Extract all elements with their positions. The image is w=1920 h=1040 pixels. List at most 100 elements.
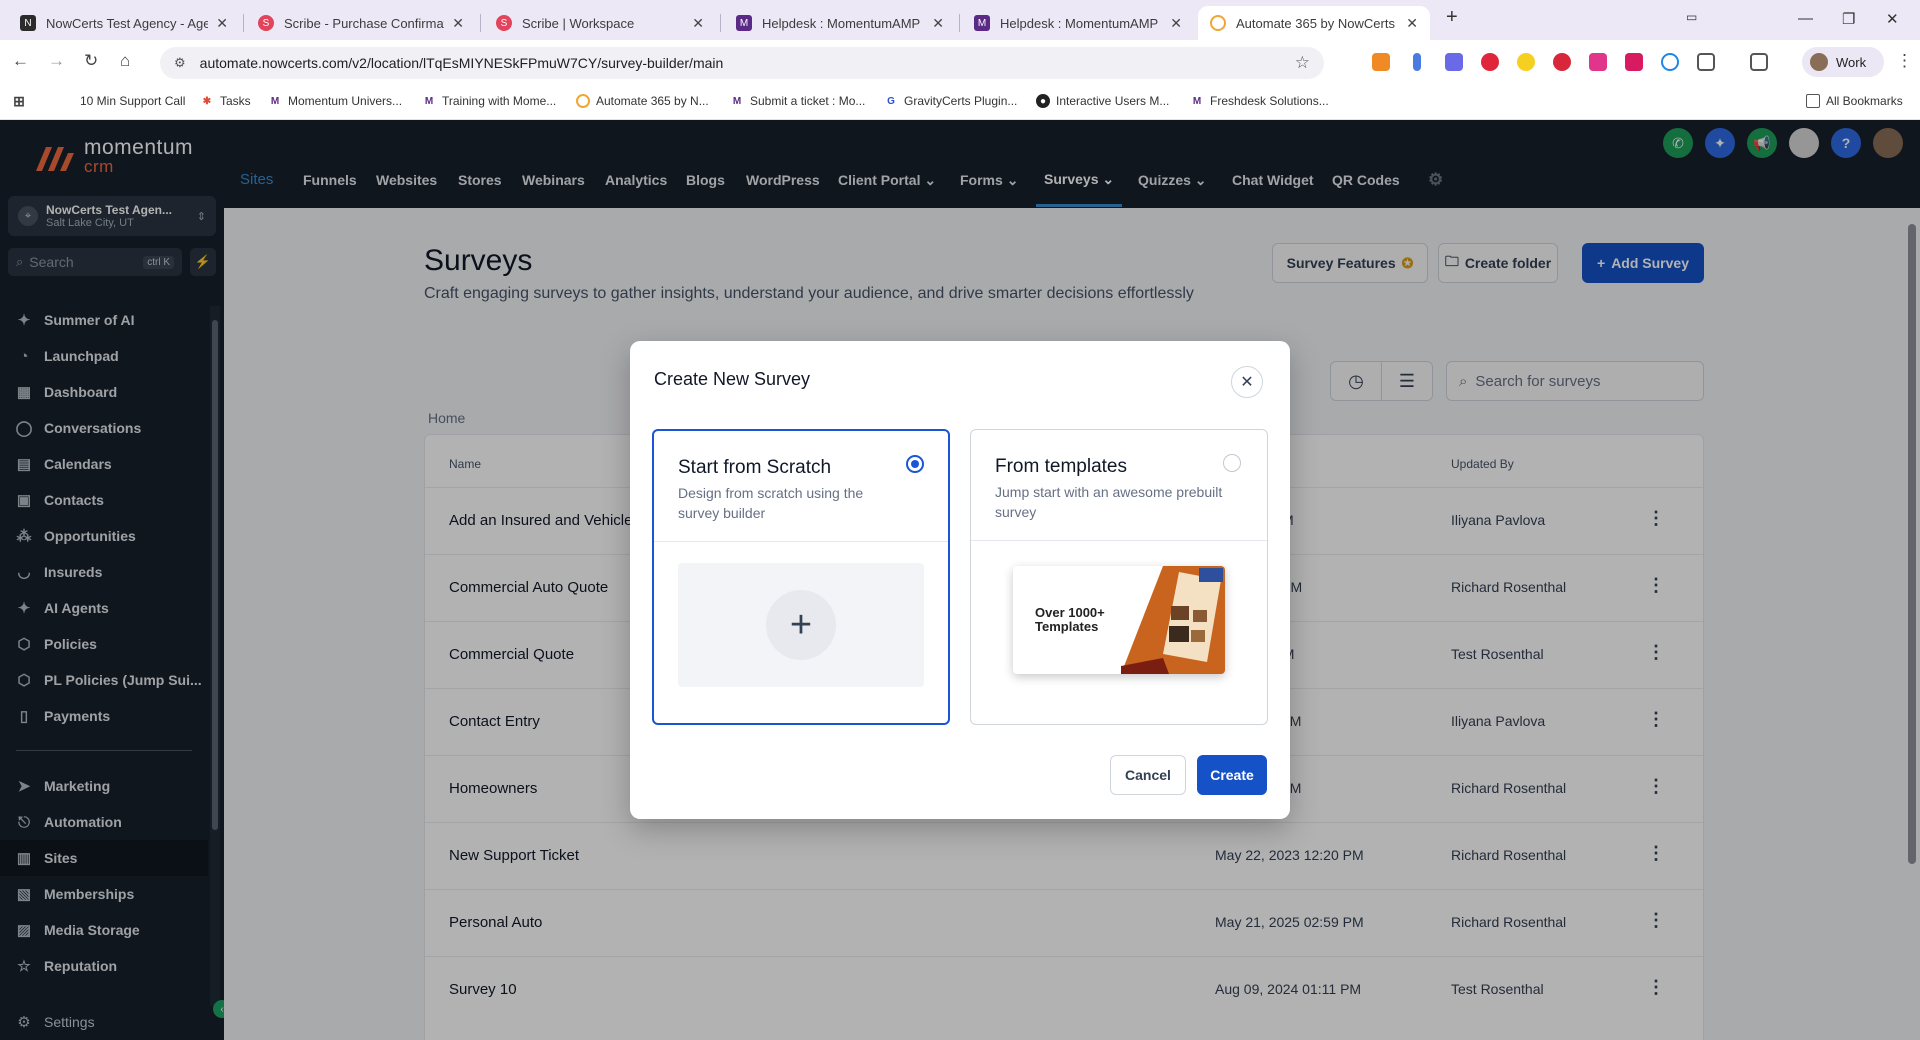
reload-icon[interactable]: ↻ [84, 51, 98, 71]
scribe-icon: S [496, 15, 512, 31]
tab-title: Automate 365 by NowCerts [1236, 15, 1395, 31]
site-info-icon[interactable]: ⚙ [174, 55, 186, 71]
bookmark-label: All Bookmarks [1826, 94, 1903, 108]
browser-tab-bar: N NowCerts Test Agency - Agency ✕ S Scri… [0, 0, 1920, 40]
bookmarks-bar: ⊞ 10 Min Support Call ✱ Tasks M Momentum U… [0, 86, 1920, 120]
extension-icon[interactable] [1445, 53, 1463, 71]
tab-divider [243, 14, 244, 32]
extension-icon[interactable] [1517, 53, 1535, 71]
new-tab-icon[interactable]: + [1446, 6, 1458, 29]
extensions-puzzle-icon[interactable] [1697, 53, 1715, 71]
option-divider [654, 541, 948, 542]
bookmark-item[interactable]: M Momentum Univers... [268, 94, 402, 108]
option-start-from-scratch[interactable]: Start from Scratch Design from scratch u… [652, 429, 950, 725]
close-icon[interactable]: ✕ [216, 15, 228, 32]
browser-tab[interactable]: M Helpdesk : MomentumAMP ✕ [962, 6, 1194, 40]
bookmark-item[interactable]: M Submit a ticket : Mo... [730, 94, 866, 108]
browser-tab[interactable]: S Scribe | Workspace ✕ [484, 6, 716, 40]
avatar [1810, 53, 1828, 71]
interactive-users-icon: ● [1036, 94, 1050, 108]
forward-icon[interactable]: → [48, 51, 65, 71]
create-survey-modal: Create New Survey ✕ Start from Scratch D… [630, 341, 1290, 819]
close-icon[interactable]: ✕ [452, 15, 464, 32]
bookmark-star-icon[interactable]: ☆ [1295, 53, 1310, 73]
bookmark-label: Freshdesk Solutions... [1210, 94, 1329, 108]
tab-search-icon[interactable]: ▭ [1686, 10, 1697, 24]
back-icon[interactable]: ← [12, 51, 29, 71]
bookmark-label: Tasks [220, 94, 251, 108]
extension-icon[interactable] [1661, 53, 1679, 71]
momentum-icon: M [424, 95, 434, 107]
apps-grid-icon[interactable]: ⊞ [12, 93, 32, 109]
option-description: Jump start with an awesome prebuilt surv… [995, 484, 1223, 520]
side-panel-icon[interactable] [1750, 53, 1768, 71]
bookmark-label: Training with Mome... [442, 94, 557, 108]
extension-icon[interactable] [1372, 53, 1390, 71]
close-icon[interactable]: ✕ [1406, 15, 1418, 32]
close-icon[interactable]: ✕ [1170, 15, 1182, 32]
tab-title: Scribe - Purchase Confirmation [284, 15, 444, 31]
tab-title: Scribe | Workspace [522, 15, 635, 31]
bookmark-item[interactable]: ● Interactive Users M... [1036, 94, 1169, 108]
tab-divider [480, 14, 481, 32]
url-field[interactable]: ⚙ automate.nowcerts.com/v2/location/lTqE… [160, 47, 1324, 79]
tab-title: Helpdesk : MomentumAMP [1000, 15, 1159, 31]
extension-icon[interactable] [1625, 53, 1643, 71]
home-icon[interactable]: ⌂ [120, 51, 130, 71]
close-icon[interactable]: ✕ [1231, 366, 1263, 398]
momentum-icon: M [270, 95, 280, 107]
extension-icon[interactable] [1413, 53, 1421, 71]
option-divider [971, 540, 1267, 541]
browser-menu-icon[interactable]: ⋮ [1896, 51, 1913, 71]
momentum-icon: M [732, 95, 742, 107]
option-from-templates[interactable]: From templates Jump start with an awesom… [970, 429, 1268, 725]
minimize-icon[interactable]: — [1798, 10, 1813, 27]
create-button[interactable]: Create [1197, 755, 1267, 795]
momentum-icon: M [974, 15, 990, 31]
all-bookmarks[interactable]: All Bookmarks [1806, 94, 1903, 108]
restore-icon[interactable]: ❐ [1842, 10, 1855, 28]
tasks-icon: ✱ [202, 95, 212, 107]
folder-icon [1806, 94, 1820, 108]
tab-divider [959, 14, 960, 32]
extension-icon[interactable] [1589, 53, 1607, 71]
option-title: Start from Scratch [678, 457, 832, 478]
close-icon[interactable]: ✕ [932, 15, 944, 32]
browser-tab-active[interactable]: Automate 365 by NowCerts ✕ [1198, 6, 1430, 40]
bookmark-label: Submit a ticket : Mo... [750, 94, 866, 108]
bookmark-item[interactable]: 10 Min Support Call [80, 94, 185, 108]
radio-button[interactable] [906, 455, 924, 473]
bookmark-label: 10 Min Support Call [80, 94, 186, 108]
automate-icon [1210, 15, 1226, 31]
tab-title: Helpdesk : MomentumAMP [762, 15, 921, 31]
bookmark-label: GravityCerts Plugin... [904, 94, 1018, 108]
bookmark-label: Momentum Univers... [288, 94, 403, 108]
browser-tab[interactable]: S Scribe - Purchase Confirmation ✕ [246, 6, 476, 40]
radio-button[interactable] [1223, 454, 1241, 472]
extension-icon[interactable] [1553, 53, 1571, 71]
option-description: Design from scratch using the survey bui… [678, 485, 864, 521]
profile-button[interactable]: Work [1802, 47, 1884, 77]
profile-label: Work [1836, 54, 1867, 70]
templates-preview-card: Over 1000+ Templates [1013, 566, 1225, 674]
bookmark-item[interactable]: Automate 365 by N... [576, 94, 709, 108]
close-icon[interactable]: ✕ [692, 15, 704, 32]
browser-tab[interactable]: M Helpdesk : MomentumAMP ✕ [724, 6, 956, 40]
extension-icon[interactable] [1481, 53, 1499, 71]
option-title: From templates [995, 456, 1127, 477]
bookmark-item[interactable]: ✱ Tasks [200, 94, 251, 108]
gravitycerts-icon: G [887, 95, 895, 107]
automate-icon [576, 94, 590, 108]
browser-tab[interactable]: N NowCerts Test Agency - Agency ✕ [8, 6, 240, 40]
bookmark-item[interactable]: M Training with Mome... [422, 94, 556, 108]
scribe-icon: S [258, 15, 274, 31]
templates-collage-image [1121, 566, 1225, 674]
bookmark-label: Interactive Users M... [1056, 94, 1170, 108]
bookmark-item[interactable]: M Freshdesk Solutions... [1190, 94, 1329, 108]
address-bar: ← → ↻ ⌂ ⚙ automate.nowcerts.com/v2/locat… [0, 40, 1920, 86]
url-text: automate.nowcerts.com/v2/location/lTqEsM… [199, 55, 724, 71]
bookmark-item[interactable]: G GravityCerts Plugin... [884, 94, 1017, 108]
window-close-icon[interactable]: ✕ [1886, 10, 1899, 28]
cancel-button[interactable]: Cancel [1110, 755, 1186, 795]
plus-icon: + [766, 590, 836, 660]
